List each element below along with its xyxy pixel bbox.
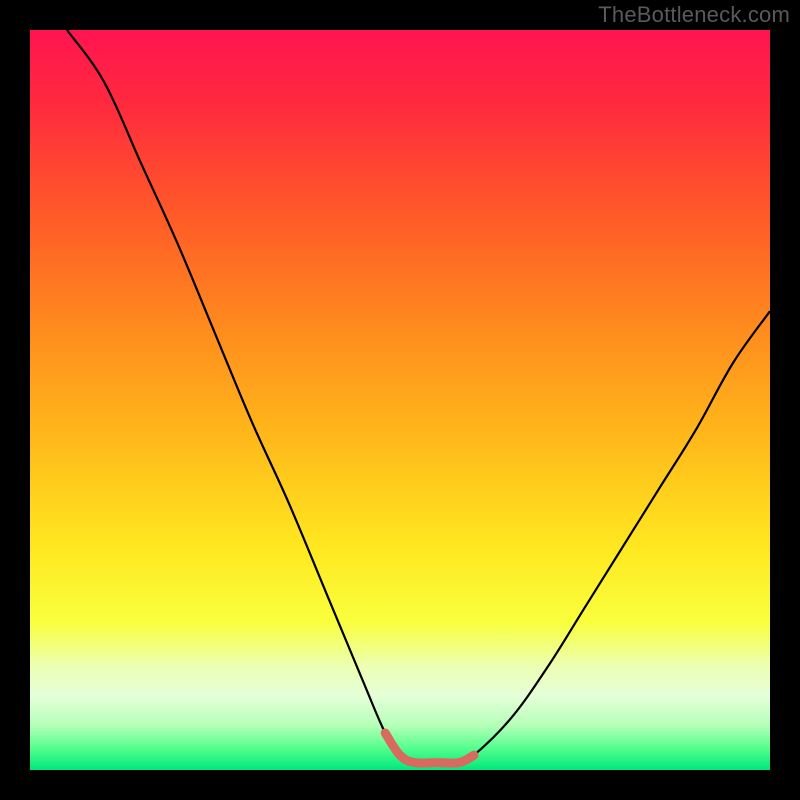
gradient-background [30,30,770,770]
plot-area [30,30,770,770]
bottleneck-chart [30,30,770,770]
chart-frame: TheBottleneck.com [0,0,800,800]
watermark-text: TheBottleneck.com [598,2,790,28]
